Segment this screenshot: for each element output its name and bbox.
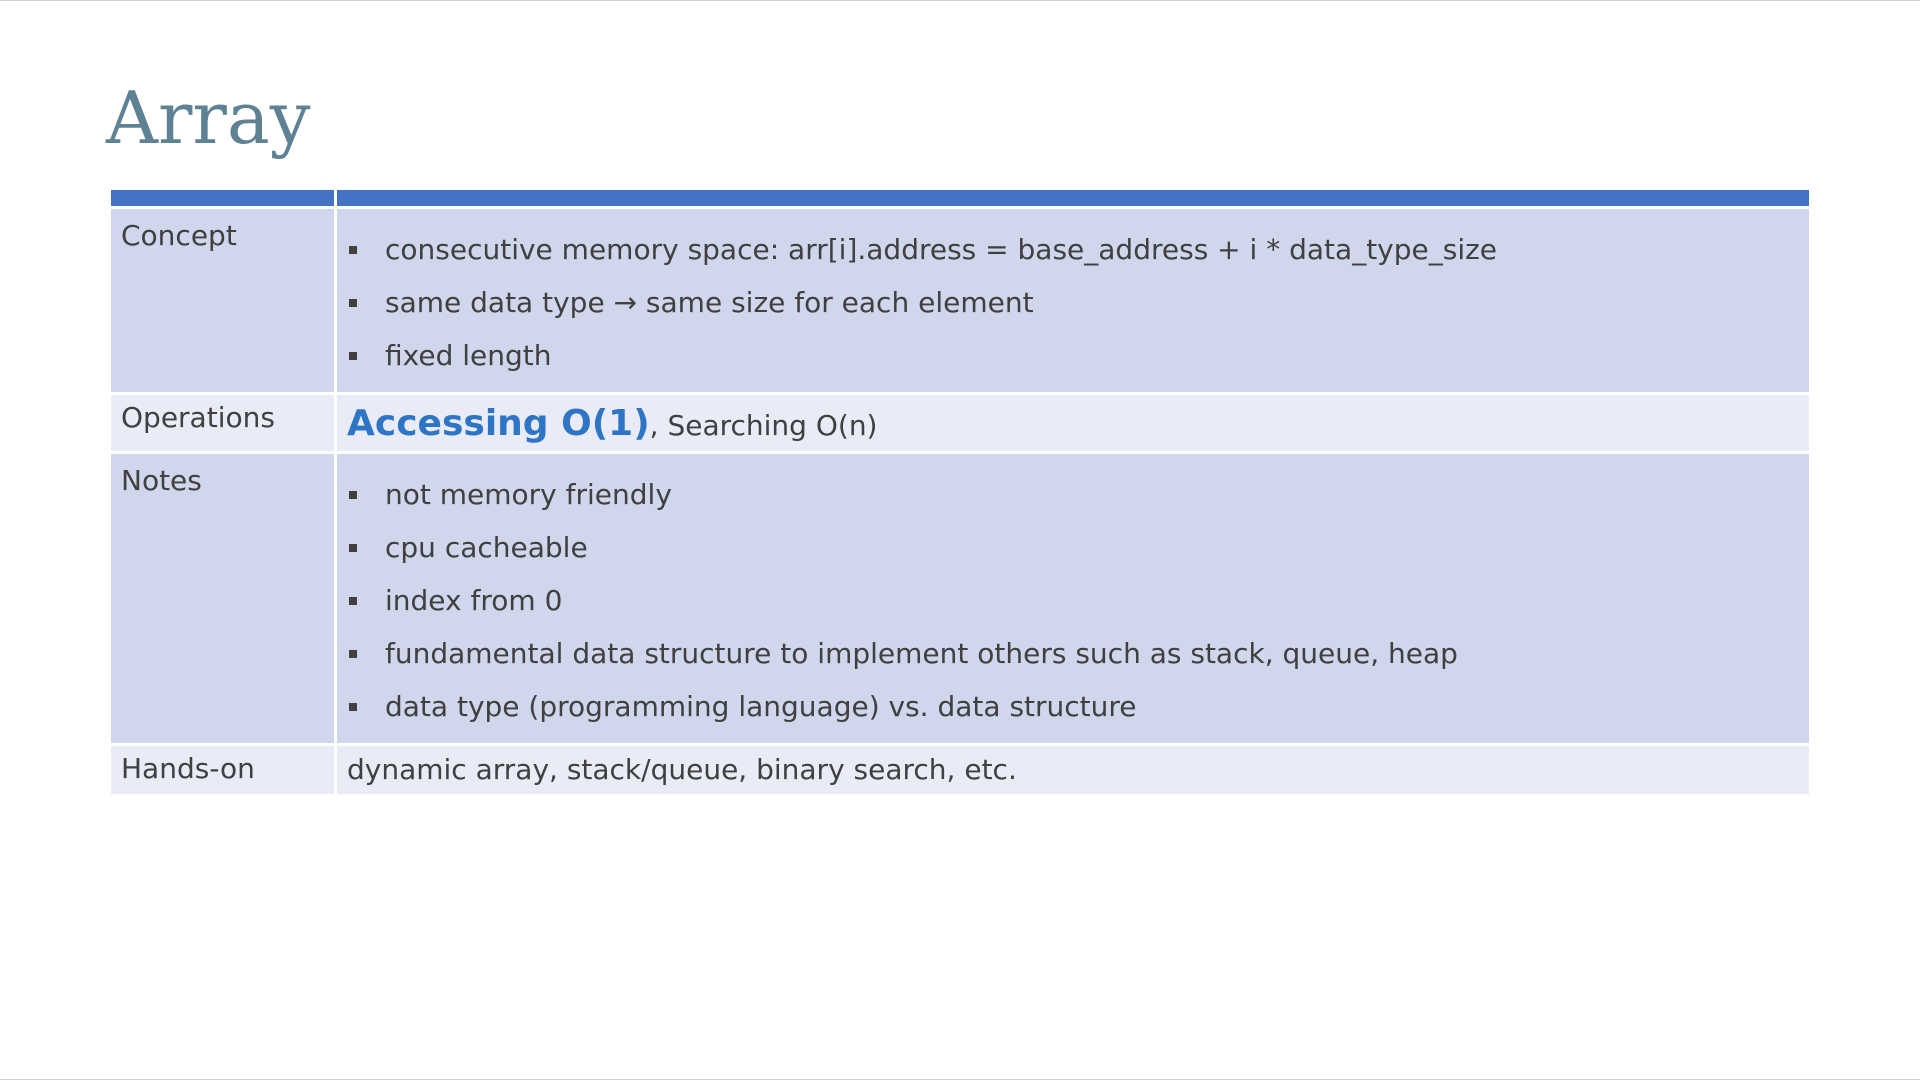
concept-bullet: same data type → same size for each elem… [347, 276, 1799, 329]
notes-bullet: fundamental data structure to implement … [347, 627, 1799, 680]
notes-bullet: index from 0 [347, 574, 1799, 627]
row-content-operations: Accessing O(1), Searching O(n) [337, 395, 1809, 451]
notes-bullet: cpu cacheable [347, 521, 1799, 574]
row-content-concept: consecutive memory space: arr[i].address… [337, 209, 1809, 392]
header-cell-left [111, 190, 334, 206]
concept-bullet-list: consecutive memory space: arr[i].address… [347, 209, 1799, 392]
row-content-hands-on: dynamic array, stack/queue, binary searc… [337, 746, 1809, 794]
table-row-hands-on: Hands-on dynamic array, stack/queue, bin… [111, 746, 1809, 794]
row-label-concept: Concept [111, 209, 334, 392]
content-table: Concept consecutive memory space: arr[i]… [108, 187, 1812, 797]
notes-bullet-list: not memory friendly cpu cacheable index … [347, 454, 1799, 743]
concept-bullet: fixed length [347, 329, 1799, 382]
row-content-notes: not memory friendly cpu cacheable index … [337, 454, 1809, 743]
operations-highlight: Accessing O(1) [347, 403, 650, 444]
slide: Array Concept consecutive memory space: … [0, 0, 1920, 1080]
table-header-row [111, 190, 1809, 206]
header-cell-right [337, 190, 1809, 206]
row-label-hands-on: Hands-on [111, 746, 334, 794]
slide-title: Array [106, 76, 311, 160]
row-label-notes: Notes [111, 454, 334, 743]
concept-bullet: consecutive memory space: arr[i].address… [347, 223, 1799, 276]
table-row-notes: Notes not memory friendly cpu cacheable … [111, 454, 1809, 743]
table-row-concept: Concept consecutive memory space: arr[i]… [111, 209, 1809, 392]
row-label-operations: Operations [111, 395, 334, 451]
table-row-operations: Operations Accessing O(1), Searching O(n… [111, 395, 1809, 451]
notes-bullet: data type (programming language) vs. dat… [347, 680, 1799, 733]
notes-bullet: not memory friendly [347, 468, 1799, 521]
operations-rest: , Searching O(n) [649, 409, 878, 442]
